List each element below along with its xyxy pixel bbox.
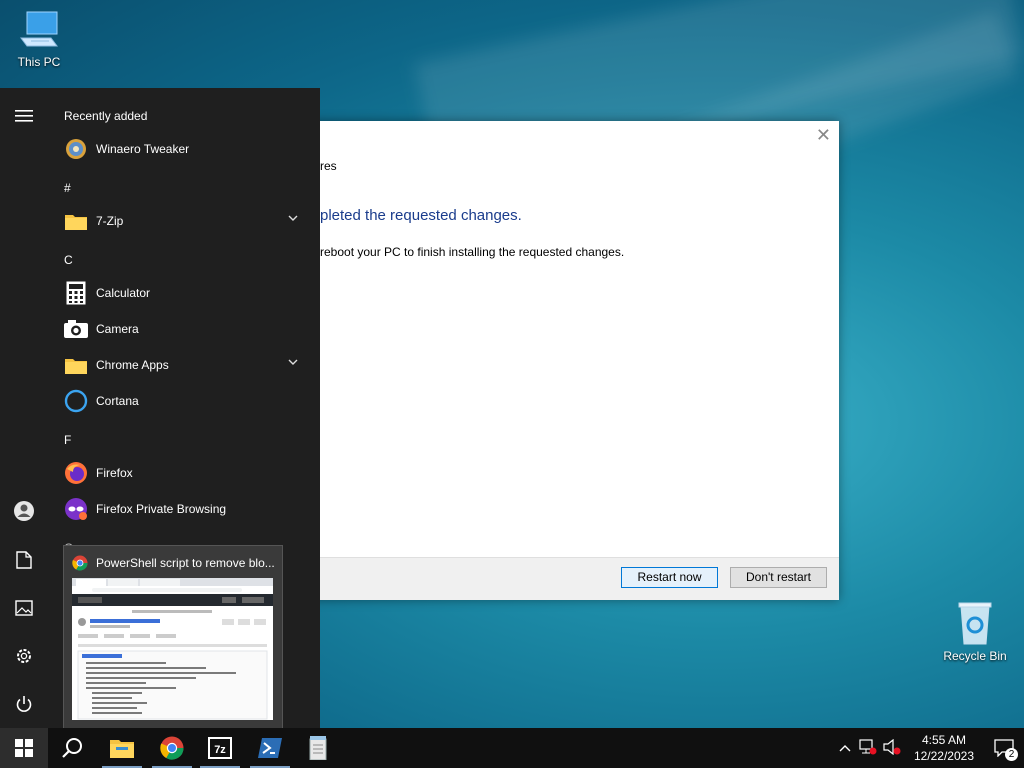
speaker-muted-icon <box>883 738 901 755</box>
search-icon <box>62 738 82 758</box>
chrome-window-preview[interactable]: PowerShell script to remove blo... <box>63 545 283 729</box>
clock-date: 12/22/2023 <box>913 749 974 763</box>
file-explorer-icon <box>110 740 134 758</box>
app-label: Firefox <box>96 466 133 480</box>
network-icon <box>859 738 877 754</box>
powershell-button[interactable] <box>246 728 294 768</box>
search-button[interactable] <box>48 728 96 768</box>
start-icon <box>15 739 33 757</box>
app-winaero-tweaker[interactable]: Winaero Tweaker <box>64 133 308 165</box>
section-header-f[interactable]: F <box>64 433 71 447</box>
hamburger-icon[interactable] <box>12 104 36 128</box>
section-header-hash[interactable]: # <box>64 181 71 195</box>
7zip-button[interactable]: 7z <box>196 728 244 768</box>
taskbar: 7z 4:55 AM 12/22/2023 2 <box>0 728 1024 768</box>
app-camera[interactable]: Camera <box>64 313 308 345</box>
this-pc-label: This PC <box>17 55 61 69</box>
power-icon[interactable] <box>12 692 36 716</box>
notepad-button[interactable] <box>294 728 342 768</box>
chrome-button[interactable] <box>148 728 196 768</box>
preview-title: PowerShell script to remove blo... <box>96 556 275 570</box>
documents-icon[interactable] <box>12 548 36 572</box>
preview-header: PowerShell script to remove blo... <box>72 554 276 572</box>
network-status[interactable] <box>856 738 880 758</box>
app-7zip-folder[interactable]: 7-Zip <box>64 205 308 237</box>
close-icon[interactable]: ✕ <box>816 125 831 146</box>
dialog-body-text: reboot your PC to finish installing the … <box>320 245 625 259</box>
recycle-bin-desktop-icon[interactable]: Recycle Bin <box>938 600 1012 663</box>
firefox-icon <box>64 461 88 485</box>
file-explorer-button[interactable] <box>98 728 146 768</box>
app-label: Firefox Private Browsing <box>96 502 227 516</box>
chevron-down-icon[interactable] <box>288 213 298 224</box>
dialog-title: res <box>320 159 337 173</box>
preview-snapshot <box>72 578 273 720</box>
start-button[interactable] <box>0 728 48 768</box>
settings-icon[interactable] <box>12 644 36 668</box>
app-cortana[interactable]: Cortana <box>64 385 308 417</box>
7zip-icon: 7z <box>208 737 232 759</box>
show-hidden-icons[interactable] <box>834 741 856 755</box>
app-label: 7-Zip <box>96 214 124 228</box>
app-label: Chrome Apps <box>96 358 169 372</box>
user-icon[interactable] <box>12 499 36 523</box>
recently-added-header: Recently added <box>64 109 148 123</box>
app-firefox[interactable]: Firefox <box>64 457 308 489</box>
dialog-heading: pleted the requested changes. <box>320 207 522 224</box>
dialog-footer: Restart now Don't restart <box>298 557 839 600</box>
firefox-private-icon <box>64 497 88 521</box>
restart-now-button[interactable]: Restart now <box>621 567 718 588</box>
app-calculator[interactable]: Calculator <box>64 277 308 309</box>
app-label: Calculator <box>96 286 151 300</box>
powershell-icon <box>258 738 282 758</box>
app-chrome-apps-folder[interactable]: Chrome Apps <box>64 349 308 381</box>
winaero-tweaker-icon <box>64 137 88 161</box>
system-tray: 4:55 AM 12/22/2023 2 <box>834 728 1024 768</box>
clock[interactable]: 4:55 AM 12/22/2023 <box>914 732 974 764</box>
chevron-up-icon <box>839 745 851 752</box>
clock-time: 4:55 AM <box>921 733 966 747</box>
chrome-icon <box>72 555 88 571</box>
app-firefox-private[interactable]: Firefox Private Browsing <box>64 493 308 525</box>
start-rail <box>0 88 48 728</box>
recycle-bin-icon <box>958 602 992 645</box>
restart-required-dialog: ✕ res pleted the requested changes. rebo… <box>298 121 839 600</box>
camera-icon <box>64 317 88 341</box>
svg-text:7z: 7z <box>214 744 226 756</box>
app-label: Camera <box>96 322 139 336</box>
action-center-button[interactable]: 2 <box>984 728 1024 768</box>
app-label: Cortana <box>96 394 139 408</box>
pictures-icon[interactable] <box>12 596 36 620</box>
computer-icon <box>20 11 58 47</box>
app-label: Winaero Tweaker <box>96 142 190 156</box>
volume-status[interactable] <box>880 738 904 758</box>
section-header-c[interactable]: C <box>64 253 73 267</box>
chrome-icon <box>160 736 184 760</box>
dont-restart-button[interactable]: Don't restart <box>730 567 827 588</box>
folder-icon <box>64 209 88 233</box>
calculator-icon <box>64 281 88 305</box>
recycle-bin-label: Recycle Bin <box>943 649 1007 663</box>
chevron-down-icon[interactable] <box>288 357 298 368</box>
folder-icon <box>64 353 88 377</box>
this-pc-desktop-icon[interactable]: This PC <box>2 10 76 69</box>
cortana-icon <box>64 389 88 413</box>
notification-count-badge: 2 <box>1005 748 1018 761</box>
notepad-icon <box>309 736 327 760</box>
